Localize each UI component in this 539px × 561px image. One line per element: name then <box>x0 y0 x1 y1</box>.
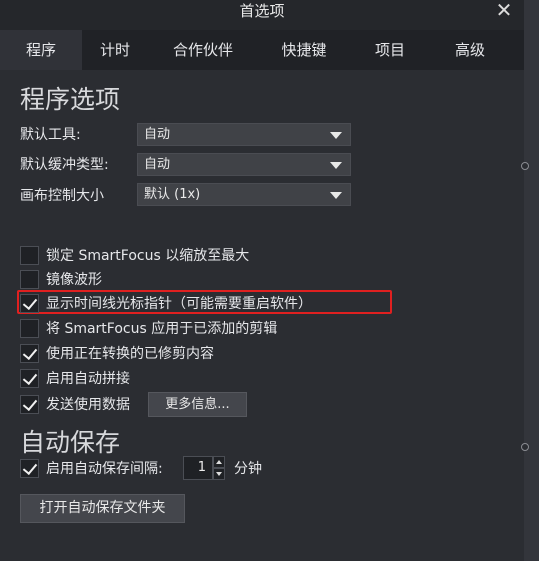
auto-ripple-option[interactable]: 启用自动拼接 <box>20 367 130 389</box>
checkmark-icon <box>22 344 38 360</box>
checkmark-icon <box>22 369 38 385</box>
background-panel-strip <box>524 0 539 561</box>
arrow-down-icon <box>216 472 222 476</box>
show-timeline-cursor-label: 显示时间线光标指针（可能需要重启软件） <box>46 296 312 312</box>
default-buffer-type-select[interactable]: 自动 <box>137 153 351 176</box>
tab-shortcuts[interactable]: 快捷键 <box>258 30 350 70</box>
send-usage-data-label: 发送使用数据 <box>46 397 130 413</box>
tab-advanced[interactable]: 高级 <box>430 30 510 70</box>
autosave-heading: 自动保存 <box>20 428 121 457</box>
checkmark-icon <box>22 395 38 411</box>
send-usage-data-checkbox[interactable] <box>20 394 39 414</box>
default-buffer-type-value: 自动 <box>144 157 171 172</box>
lock-smartfocus-label: 锁定 SmartFocus 以缩放至最大 <box>46 248 250 264</box>
canvas-control-size-value: 默认 (1x) <box>144 187 201 202</box>
default-buffer-type-label: 默认缓冲类型: <box>20 157 109 173</box>
open-autosave-folder-button[interactable]: 打开自动保存文件夹 <box>20 494 185 523</box>
autosave-interval-input[interactable]: 1 <box>183 456 213 480</box>
lock-smartfocus-checkbox[interactable] <box>20 245 39 265</box>
canvas-control-size-select[interactable]: 默认 (1x) <box>137 183 351 206</box>
lock-smartfocus-option[interactable]: 锁定 SmartFocus 以缩放至最大 <box>20 244 249 266</box>
checkmark-icon <box>22 459 38 475</box>
close-icon[interactable]: ✕ <box>492 0 516 23</box>
mirror-waveform-option[interactable]: 镜像波形 <box>20 268 102 290</box>
stepper-up-button[interactable] <box>213 456 225 468</box>
tab-partners[interactable]: 合作伙伴 <box>148 30 258 70</box>
autosave-interval-option[interactable]: 启用自动保存间隔: <box>20 457 163 479</box>
tab-bar: 程序 计时 合作伙伴 快捷键 项目 高级 <box>0 30 524 70</box>
default-tool-value: 自动 <box>144 127 171 142</box>
checkmark-icon <box>22 294 38 310</box>
program-options-heading: 程序选项 <box>20 85 121 114</box>
chevron-down-icon <box>330 192 342 199</box>
stepper-down-button[interactable] <box>213 468 225 480</box>
title-bar: 首选项 ✕ <box>0 0 524 30</box>
chevron-down-icon <box>330 162 342 169</box>
apply-smartfocus-checkbox[interactable] <box>20 318 39 338</box>
interval-unit-label: 分钟 <box>234 461 262 477</box>
chevron-down-icon <box>330 132 342 139</box>
show-timeline-cursor-option[interactable]: 显示时间线光标指针（可能需要重启软件） <box>20 292 312 314</box>
tab-timing[interactable]: 计时 <box>82 30 148 70</box>
send-usage-data-option[interactable]: 发送使用数据 <box>20 393 130 415</box>
arrow-up-icon <box>216 460 222 464</box>
default-tool-select[interactable]: 自动 <box>137 123 351 146</box>
apply-smartfocus-option[interactable]: 将 SmartFocus 应用于已添加的剪辑 <box>20 317 277 339</box>
default-tool-label: 默认工具: <box>20 127 81 143</box>
mirror-waveform-checkbox[interactable] <box>20 269 39 289</box>
preferences-dialog: 首选项 ✕ 程序 计时 合作伙伴 快捷键 项目 高级 程序选项 默认工具: 自动… <box>0 0 524 561</box>
more-info-button[interactable]: 更多信息... <box>148 392 247 417</box>
panel-handle[interactable] <box>521 162 529 170</box>
autosave-interval-label: 启用自动保存间隔: <box>46 461 163 477</box>
use-trimmed-content-option[interactable]: 使用正在转换的已修剪内容 <box>20 342 214 364</box>
auto-ripple-checkbox[interactable] <box>20 368 39 388</box>
show-timeline-cursor-checkbox[interactable] <box>20 293 39 313</box>
mirror-waveform-label: 镜像波形 <box>46 272 102 288</box>
canvas-control-size-label: 画布控制大小 <box>20 188 104 204</box>
panel-handle[interactable] <box>521 443 529 451</box>
autosave-interval-stepper <box>213 456 225 480</box>
dialog-title: 首选项 <box>239 2 285 20</box>
use-trimmed-content-checkbox[interactable] <box>20 343 39 363</box>
auto-ripple-label: 启用自动拼接 <box>46 371 130 387</box>
apply-smartfocus-label: 将 SmartFocus 应用于已添加的剪辑 <box>46 321 278 337</box>
use-trimmed-content-label: 使用正在转换的已修剪内容 <box>46 346 214 362</box>
tab-program[interactable]: 程序 <box>0 30 82 70</box>
autosave-interval-checkbox[interactable] <box>20 458 39 478</box>
tab-project[interactable]: 项目 <box>350 30 430 70</box>
